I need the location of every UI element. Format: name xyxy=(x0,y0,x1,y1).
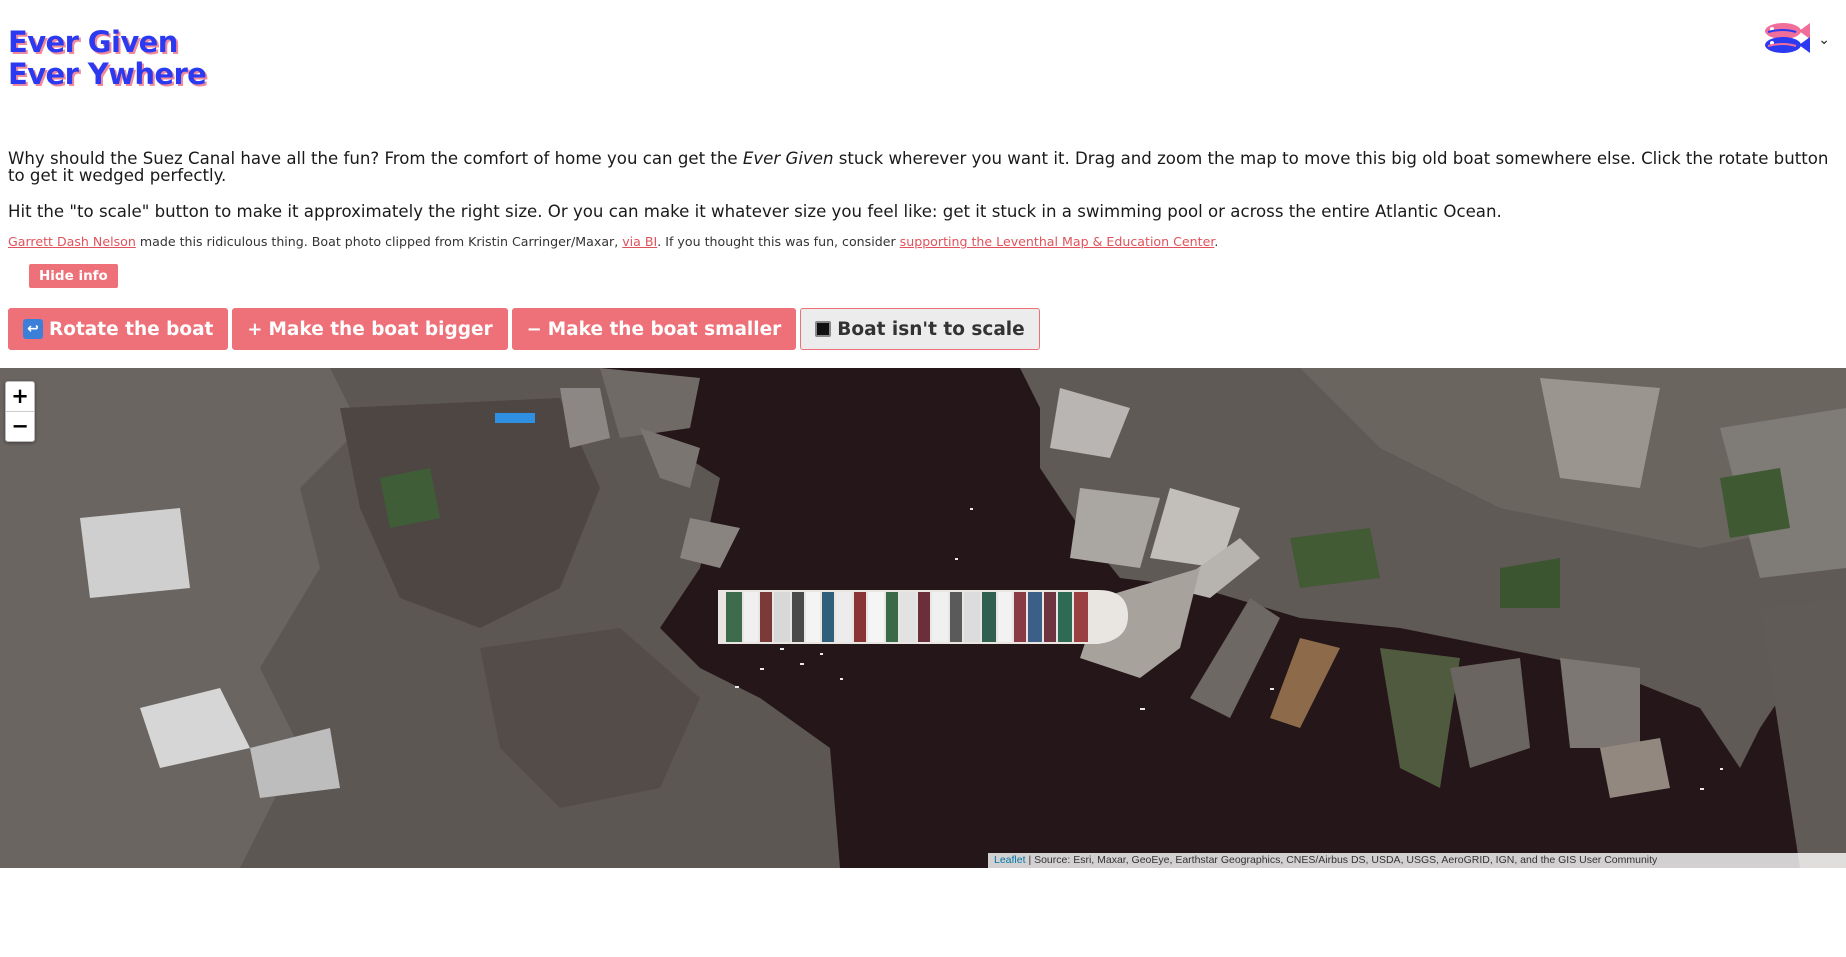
checkbox-icon xyxy=(815,321,832,337)
attribution-text: | Source: Esri, Maxar, GeoEye, Earthstar… xyxy=(1025,854,1658,866)
plus-icon: + xyxy=(247,318,263,340)
zoom-control: + − xyxy=(5,381,35,442)
zoom-out-button[interactable]: − xyxy=(6,411,34,441)
rotate-icon: ↩ xyxy=(23,319,43,339)
smaller-button[interactable]: − Make the boat smaller xyxy=(511,308,797,350)
hide-info-button[interactable]: Hide info xyxy=(29,264,118,288)
bigger-button[interactable]: + Make the boat bigger xyxy=(232,308,508,350)
title-line-1: Ever Given xyxy=(8,25,178,59)
title-line-2: Ever Ywhere xyxy=(8,57,207,91)
credits-text-2: . If you thought this was fun, consider xyxy=(657,234,900,249)
rotate-button[interactable]: ↩ Rotate the boat xyxy=(8,308,229,350)
bigger-label: Make the boat bigger xyxy=(268,318,493,340)
map-attribution: Leaflet | Source: Esri, Maxar, GeoEye, E… xyxy=(988,853,1846,868)
brand-menu[interactable]: ⌄ xyxy=(1760,18,1830,62)
rotate-label: Rotate the boat xyxy=(49,318,214,340)
leaflet-link[interactable]: Leaflet xyxy=(994,854,1026,866)
map-imagery xyxy=(0,368,1846,868)
credits-text-1: made this ridiculous thing. Boat photo c… xyxy=(135,234,623,249)
minus-icon: − xyxy=(526,318,542,340)
scale-label: Boat isn't to scale xyxy=(837,318,1025,340)
support-link[interactable]: supporting the Leventhal Map & Education… xyxy=(900,234,1215,249)
zoom-in-button[interactable]: + xyxy=(6,382,34,411)
intro-paragraph: Why should the Suez Canal have all the f… xyxy=(8,150,1838,184)
via-bi-link[interactable]: via BI xyxy=(622,234,657,249)
author-link[interactable]: Garrett Dash Nelson xyxy=(8,234,136,249)
ever-given-ship xyxy=(718,590,1128,644)
chevron-down-icon: ⌄ xyxy=(1818,32,1830,48)
page-title: Ever Given Ever Ywhere xyxy=(8,25,207,91)
credits-text-3: . xyxy=(1214,234,1219,249)
credits: Garrett Dash Nelson made this ridiculous… xyxy=(8,234,1838,250)
scale-toggle-button[interactable]: Boat isn't to scale xyxy=(800,308,1040,350)
fish-logo-icon xyxy=(1760,18,1812,62)
smaller-label: Make the boat smaller xyxy=(547,318,782,340)
intro-ship-name: Ever Given xyxy=(742,149,834,168)
boat-toolbar: ↩ Rotate the boat + Make the boat bigger… xyxy=(8,308,1040,350)
satellite-map[interactable] xyxy=(0,368,1846,868)
scale-paragraph: Hit the "to scale" button to make it app… xyxy=(8,202,1502,221)
